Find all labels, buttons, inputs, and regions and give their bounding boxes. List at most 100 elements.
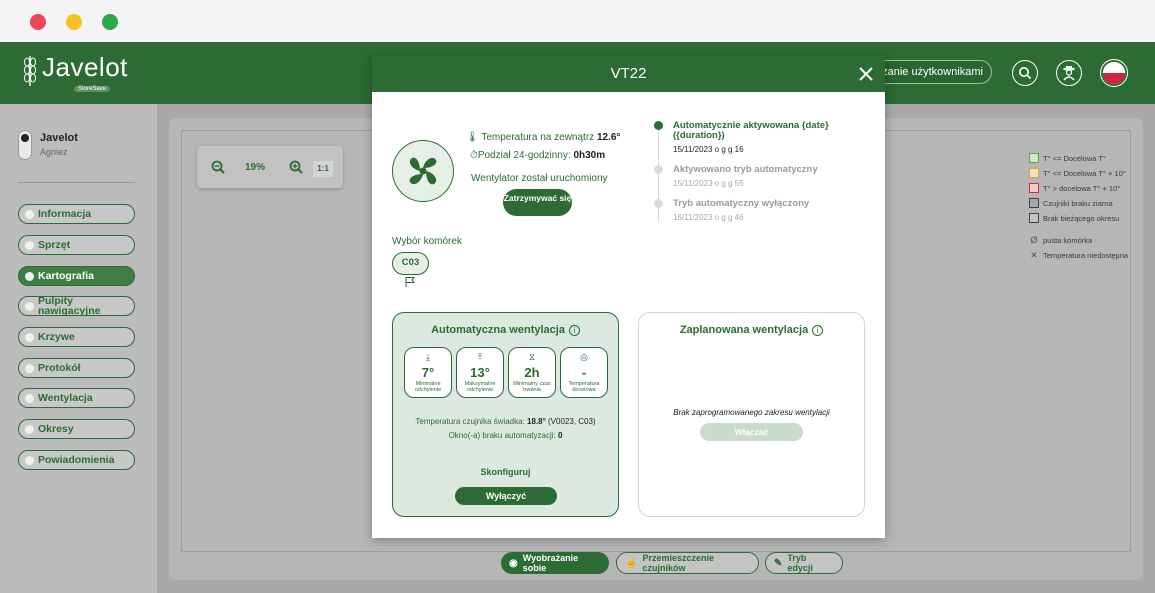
daily-split-value: 0h30m (573, 150, 606, 161)
witness-sensor-value: 18.8° (527, 417, 546, 426)
sidebar-item-okresy[interactable]: Okresy (18, 419, 135, 439)
sidebar-item-label: Kartografia (38, 270, 95, 282)
legend-item: T° <= Docelowa T° + 10° (1029, 167, 1126, 179)
window-maximize-button[interactable] (102, 14, 118, 30)
daily-split: ⏱Podział 24-godzinny: 0h30m (470, 150, 605, 161)
witness-sensor-temperature: Temperatura czujnika świadka: 18.8° (V00… (393, 417, 618, 426)
sidebar-item-wentylacja[interactable]: Wentylacja (18, 388, 135, 408)
legend-swatch-grey (1029, 198, 1039, 208)
farmer-icon (1063, 66, 1075, 81)
zoom-in-icon[interactable] (289, 160, 303, 174)
bullet-icon (25, 455, 34, 465)
no-automation-windows: Okno(-a) braku automatyzacji: 0 (393, 431, 618, 440)
profile-subtitle: Agniez (40, 147, 68, 157)
sidebar-divider (18, 182, 135, 183)
stat-value: 7° (421, 365, 435, 380)
bullet-icon (25, 271, 34, 281)
thermometer-icon: 🌡 (466, 132, 479, 143)
timeline-date: 15/11/2023 o g g 46 (673, 213, 744, 222)
window-titlebar (0, 0, 1155, 42)
min-deviation-icon: ⤓ (426, 352, 430, 362)
witness-sensor-label: Temperatura czujnika świadka: (415, 417, 525, 426)
witness-sensor-ref: (V0023, C03) (548, 417, 596, 426)
daily-split-label: Podział 24-godzinny: (477, 150, 571, 161)
modal-header: VT22 (372, 56, 885, 92)
profile-button[interactable] (1056, 60, 1082, 86)
configure-link[interactable]: Skonfiguruj (393, 467, 618, 477)
ventilation-modal: VT22 🌡 Temperatura na zewnątrz 12.6° ⏱Po… (372, 56, 885, 538)
timeline-title: Tryb automatyczny wyłączony (673, 198, 810, 209)
sidebar-item-informacja[interactable]: Informacja (18, 204, 135, 224)
bullet-icon (25, 209, 34, 219)
info-icon[interactable]: i (568, 324, 580, 336)
language-button[interactable] (1100, 59, 1128, 87)
outside-temp-label: Temperatura na zewnątrz (481, 132, 595, 143)
search-icon (1019, 67, 1032, 80)
auto-ventilation-title-text: Automatyczna wentylacja (431, 324, 565, 336)
view-mode-button[interactable]: ◉ Wyobrażanie sobie (501, 552, 609, 574)
bullet-icon (25, 332, 34, 342)
hourglass-icon: ⧖ (528, 352, 536, 362)
sidebar-item-pulpity[interactable]: Pulpity nawigacyjne (18, 296, 135, 316)
sidebar-item-label: Informacja (38, 208, 92, 220)
cell-chip[interactable]: C03 (392, 252, 429, 275)
legend-swatch-green (1029, 153, 1039, 163)
legend-item: ✕ Temperatura niedostępna (1029, 249, 1128, 261)
sidebar-item-protokol[interactable]: Protokół (18, 358, 135, 378)
enable-button[interactable]: Włączać (700, 423, 803, 441)
stop-button[interactable]: Zatrzymywać się (503, 189, 572, 216)
bullet-icon (25, 363, 34, 373)
view-mode-label: Wyobrażanie sobie (522, 553, 579, 573)
legend-label: T° <= Docelowa T° + 10° (1043, 168, 1126, 178)
sidebar-item-powiadomienia[interactable]: Powiadomienia (18, 450, 135, 470)
eye-icon: ◉ (509, 557, 518, 569)
stat-value: 2h (524, 365, 540, 380)
fan-status-indicator (392, 140, 454, 202)
window-close-button[interactable] (30, 14, 46, 30)
legend-item: T° > docelowa T° + 10° (1029, 182, 1120, 194)
zoom-out-icon[interactable] (211, 160, 225, 174)
auto-ventilation-card: Automatyczna wentylacja i ⤓ 7° Minimalne … (392, 312, 619, 517)
cells-selection-label: Wybór komórek (392, 236, 462, 247)
site-toggle[interactable] (18, 130, 32, 160)
info-icon[interactable]: i (812, 324, 824, 336)
sidebar-item-label: Krzywe (38, 331, 75, 343)
timeline-dot (654, 199, 663, 208)
target-icon: ◎ (580, 352, 588, 362)
legend-label: T° > docelowa T° + 10° (1043, 183, 1121, 193)
sidebar-item-label: Sprzęt (38, 239, 71, 251)
bullet-icon (25, 240, 34, 250)
logo-subtext: StoreSave (74, 86, 111, 92)
unavailable-temp-icon: ✕ (1030, 249, 1038, 260)
bullet-icon (25, 424, 34, 434)
edit-mode-button[interactable]: ✎ Tryb edycji (765, 552, 843, 574)
move-sensors-label: Przemieszczenie czujników (642, 553, 714, 573)
stat-label: Maksymalne odchylenie (464, 381, 496, 393)
stat-max-deviation: ⤒ 13° Maksymalne odchylenie (456, 347, 504, 398)
close-icon[interactable] (857, 65, 875, 83)
search-button[interactable] (1012, 60, 1038, 86)
empty-cell-icon: Ø (1030, 235, 1038, 245)
sidebar-item-kartografia[interactable]: Kartografia (18, 266, 135, 286)
disable-button[interactable]: Wyłączyć (455, 487, 557, 505)
sidebar-item-sprzet[interactable]: Sprzęt (18, 235, 135, 255)
scheduled-ventilation-card: Zaplanowana wentylacja i Brak zaprogramow… (638, 312, 865, 517)
app-logo[interactable]: Javelot StoreSave (22, 52, 132, 92)
sidebar-item-krzywe[interactable]: Krzywe (18, 327, 135, 347)
move-sensors-button[interactable]: ☝ Przemieszczenie czujników (616, 552, 759, 574)
sidebar-item-label: Protokół (38, 362, 81, 374)
window-minimize-button[interactable] (66, 14, 82, 30)
scheduled-ventilation-title-text: Zaplanowana wentylacja (679, 324, 809, 336)
timeline-dot (654, 165, 663, 174)
legend-item: Ø pusta komórka (1029, 234, 1092, 246)
sidebar-item-label: Wentylacja (38, 392, 93, 404)
sidebar: Javelot Agniez Informacja Sprzęt Kartogr… (0, 104, 157, 593)
stat-label: Temperatura docelowa (568, 381, 600, 393)
timeline-dot-active (654, 121, 663, 130)
legend-item: Brak bieżącego okresu (1029, 212, 1119, 224)
legend-item: T° <= Docelowa T° (1029, 152, 1106, 164)
zoom-reset-button[interactable]: 1:1 (313, 161, 333, 177)
legend-label: Brak bieżącego okresu (1043, 213, 1120, 223)
timeline-date: 15/11/2023 o g g 55 (673, 179, 744, 188)
pencil-icon: ✎ (774, 557, 783, 569)
